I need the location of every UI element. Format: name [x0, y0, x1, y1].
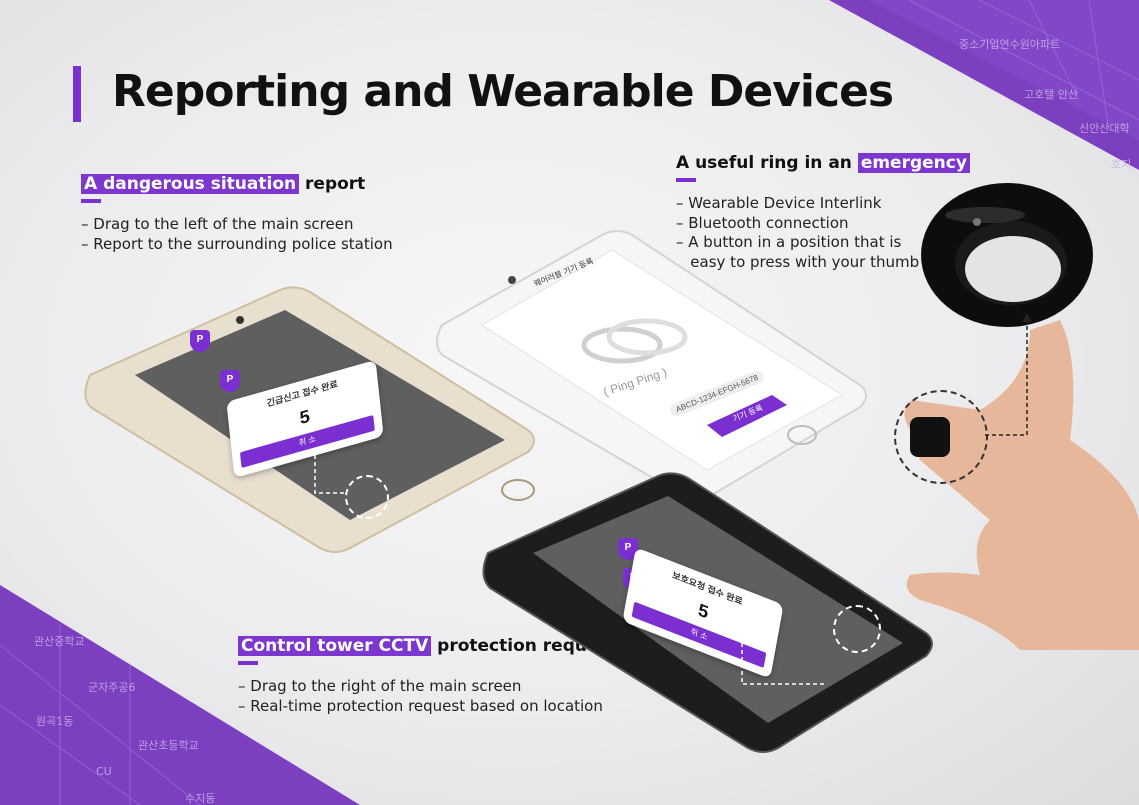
map-label: 수지동	[185, 792, 216, 805]
police-pin-icon: P	[190, 330, 210, 352]
heading-underline	[676, 178, 696, 182]
heading-rest: report	[299, 174, 366, 194]
map-label: 관산초등학교	[138, 739, 199, 752]
phone-body	[436, 230, 867, 500]
ring-highlight-circle	[894, 390, 988, 484]
bullet-item: – Drag to the left of the main screen	[81, 215, 354, 233]
page-title: Reporting and Wearable Devices	[112, 66, 894, 117]
swipe-target-circle	[345, 475, 389, 519]
map-label: 신안산대학	[1079, 122, 1130, 135]
heading-rest: A useful ring in an	[676, 153, 858, 173]
section-danger-report: A dangerous situation report – Drag to t…	[81, 174, 393, 254]
heading-highlight: Control tower CCTV	[238, 636, 432, 656]
bullet-list: – Drag to the left of the main screen – …	[81, 215, 393, 254]
heading-underline	[81, 199, 101, 203]
map-label: 군자주공6	[88, 681, 136, 694]
map-label: 중소기업연수원아파트	[959, 38, 1061, 51]
heading-highlight: A dangerous situation	[81, 174, 300, 194]
heading-underline	[238, 661, 258, 665]
swipe-target-circle	[833, 605, 881, 653]
ring-icon	[915, 165, 1100, 335]
title-accent-bar	[73, 66, 81, 122]
bullet-item: – Report to the surrounding police stati…	[81, 234, 393, 253]
map-label: 고호텔 안산	[1024, 88, 1079, 101]
phone-cctv-request: P P 보호요청 접수 완료 5 취 소	[478, 468, 938, 758]
phone-ring-registration: 웨어러블 기기 등록 ( Ping Ping ) ABCD-1234-EFGH-…	[432, 225, 872, 505]
police-pin-icon: P	[220, 370, 240, 392]
map-label: 관산중학교	[34, 635, 85, 648]
hand-icon	[880, 320, 1139, 650]
section-heading: A dangerous situation report	[81, 174, 393, 194]
map-label: CU	[96, 765, 112, 778]
map-label: 호지	[1111, 158, 1132, 170]
map-label: 원곡1동	[36, 715, 74, 728]
